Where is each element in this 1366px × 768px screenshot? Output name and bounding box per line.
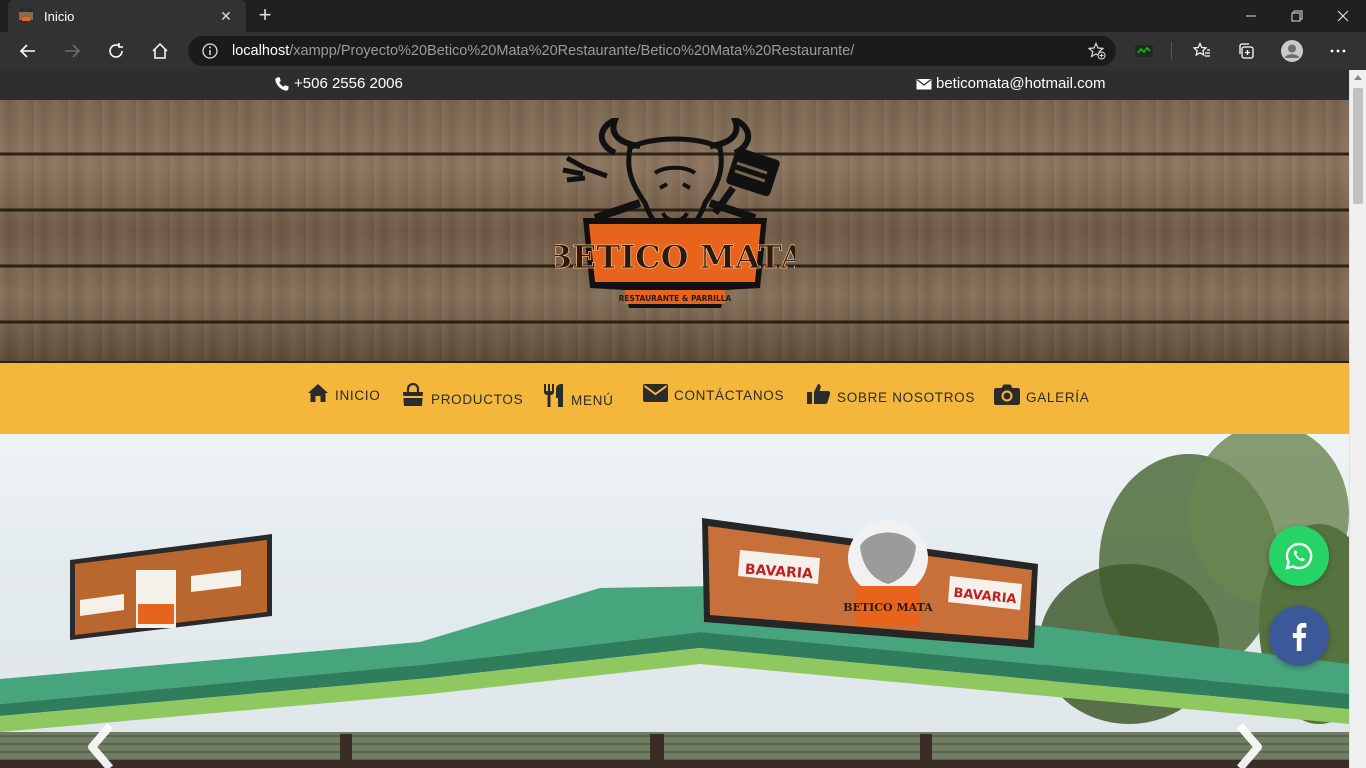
facebook-button[interactable] <box>1269 606 1329 666</box>
restore-button[interactable] <box>1274 0 1320 32</box>
nav-item-sobre-nosotros[interactable]: SOBRE NOSOTROS <box>807 383 975 405</box>
refresh-icon <box>109 43 123 58</box>
nav-item-galeria[interactable]: GALERÍA <box>994 383 1089 405</box>
nav-label-contactanos: CONTÁCTANOS <box>674 388 785 403</box>
home-icon <box>152 42 168 59</box>
profile-button[interactable] <box>1277 36 1307 66</box>
minimize-button[interactable] <box>1228 0 1274 32</box>
favorites-icon <box>1193 42 1210 57</box>
close-icon <box>1337 10 1349 22</box>
avatar-icon <box>1281 40 1303 62</box>
page-scrollbar[interactable] <box>1349 70 1366 768</box>
tab-title: Inicio <box>44 8 75 24</box>
restore-icon <box>1291 10 1303 22</box>
toolbar-separator <box>1171 42 1172 60</box>
arrow-left-icon <box>19 44 35 58</box>
camera-icon <box>994 384 1020 405</box>
arrow-right-icon <box>65 44 81 58</box>
shopping-bag-icon <box>403 383 423 406</box>
sign-logo-text: BETICO MATA <box>843 601 933 614</box>
rooftop-sign-main: BAVARIA BAVARIA BETICO MATA <box>702 518 1038 648</box>
nav-label-inicio: INICIO <box>335 388 381 403</box>
logo-tagline: RESTAURANTE & PARRILLA <box>619 294 732 303</box>
collections-icon <box>1239 43 1254 59</box>
refresh-button[interactable] <box>101 36 131 66</box>
email-contact[interactable]: beticomata@hotmail.com <box>916 75 1105 92</box>
browser-tab[interactable]: Inicio ✕ <box>8 0 246 32</box>
url-host: localhost <box>232 43 290 59</box>
carousel-prev-arrow-icon[interactable] <box>82 722 122 768</box>
betico-mata-logo[interactable]: BETICO MATA RESTAURANTE & PARRILLA <box>555 118 795 318</box>
whatsapp-button[interactable] <box>1269 526 1329 586</box>
nav-label-sobre-nosotros: SOBRE NOSOTROS <box>837 390 976 405</box>
site-favicon-icon <box>19 8 33 21</box>
nav-item-menu[interactable]: MENÚ <box>543 383 614 408</box>
thumbs-up-icon <box>807 384 831 404</box>
tab-close-icon[interactable]: ✕ <box>216 6 236 26</box>
minimize-icon <box>1246 15 1256 17</box>
browser-toolbar: localhost /xampp/Proyecto%20Betico%20Mat… <box>0 32 1366 70</box>
email-address: beticomata@hotmail.com <box>936 75 1106 92</box>
rooftop-sign-left <box>70 534 272 640</box>
envelope-icon <box>916 78 932 89</box>
page-viewport: +506 2556 2006 beticomata@hotmail.com BE… <box>0 70 1366 768</box>
header-banner: BETICO MATA RESTAURANTE & PARRILLA <box>0 100 1349 363</box>
contact-bar: +506 2556 2006 beticomata@hotmail.com <box>0 70 1349 100</box>
nav-item-inicio[interactable]: INICIO <box>307 383 380 403</box>
whatsapp-icon <box>1285 542 1313 570</box>
site-info-icon[interactable] <box>202 43 218 59</box>
address-bar[interactable]: localhost /xampp/Proyecto%20Betico%20Mat… <box>188 36 1116 66</box>
web-page: +506 2556 2006 beticomata@hotmail.com BE… <box>0 70 1349 768</box>
facebook-icon <box>1292 623 1307 651</box>
scroll-up-arrow-icon[interactable] <box>1354 75 1362 80</box>
nav-label-menu: MENÚ <box>571 393 614 408</box>
forward-button[interactable] <box>57 36 87 66</box>
collections-button[interactable] <box>1231 36 1261 66</box>
nav-label-productos: PRODUCTOS <box>431 392 524 407</box>
add-favorite-icon[interactable] <box>1087 42 1106 64</box>
cutlery-icon <box>544 384 563 407</box>
url-path: /xampp/Proyecto%20Betico%20Mata%20Restau… <box>289 43 855 59</box>
nav-item-contactanos[interactable]: CONTÁCTANOS <box>643 383 784 403</box>
favorites-button[interactable] <box>1187 36 1217 66</box>
logo-wordmark: BETICO MATA <box>555 238 795 276</box>
home-button[interactable] <box>145 36 175 66</box>
phone-number: +506 2556 2006 <box>294 75 403 92</box>
hero-carousel: BAVARIA BAVARIA BETICO MATA <box>0 434 1349 768</box>
extension-icon[interactable] <box>1129 36 1159 66</box>
new-tab-button[interactable]: + <box>254 4 276 27</box>
settings-more-button[interactable] <box>1323 36 1353 66</box>
nav-label-galeria: GALERÍA <box>1026 390 1090 405</box>
browser-tab-strip: Inicio ✕ + <box>0 0 1366 32</box>
main-navigation: INICIO PRODUCTOS MENÚ CONTÁCTANOS SOBRE … <box>0 363 1349 434</box>
carousel-next-arrow-icon[interactable] <box>1228 722 1268 768</box>
envelope-icon <box>643 384 668 402</box>
close-window-button[interactable] <box>1320 0 1366 32</box>
home-icon <box>308 384 328 402</box>
phone-icon <box>275 76 289 91</box>
more-dots-icon <box>1330 49 1346 53</box>
back-button[interactable] <box>13 36 43 66</box>
phone-contact[interactable]: +506 2556 2006 <box>274 75 403 92</box>
scrollbar-thumb[interactable] <box>1353 88 1363 204</box>
nav-item-productos[interactable]: PRODUCTOS <box>401 383 523 407</box>
